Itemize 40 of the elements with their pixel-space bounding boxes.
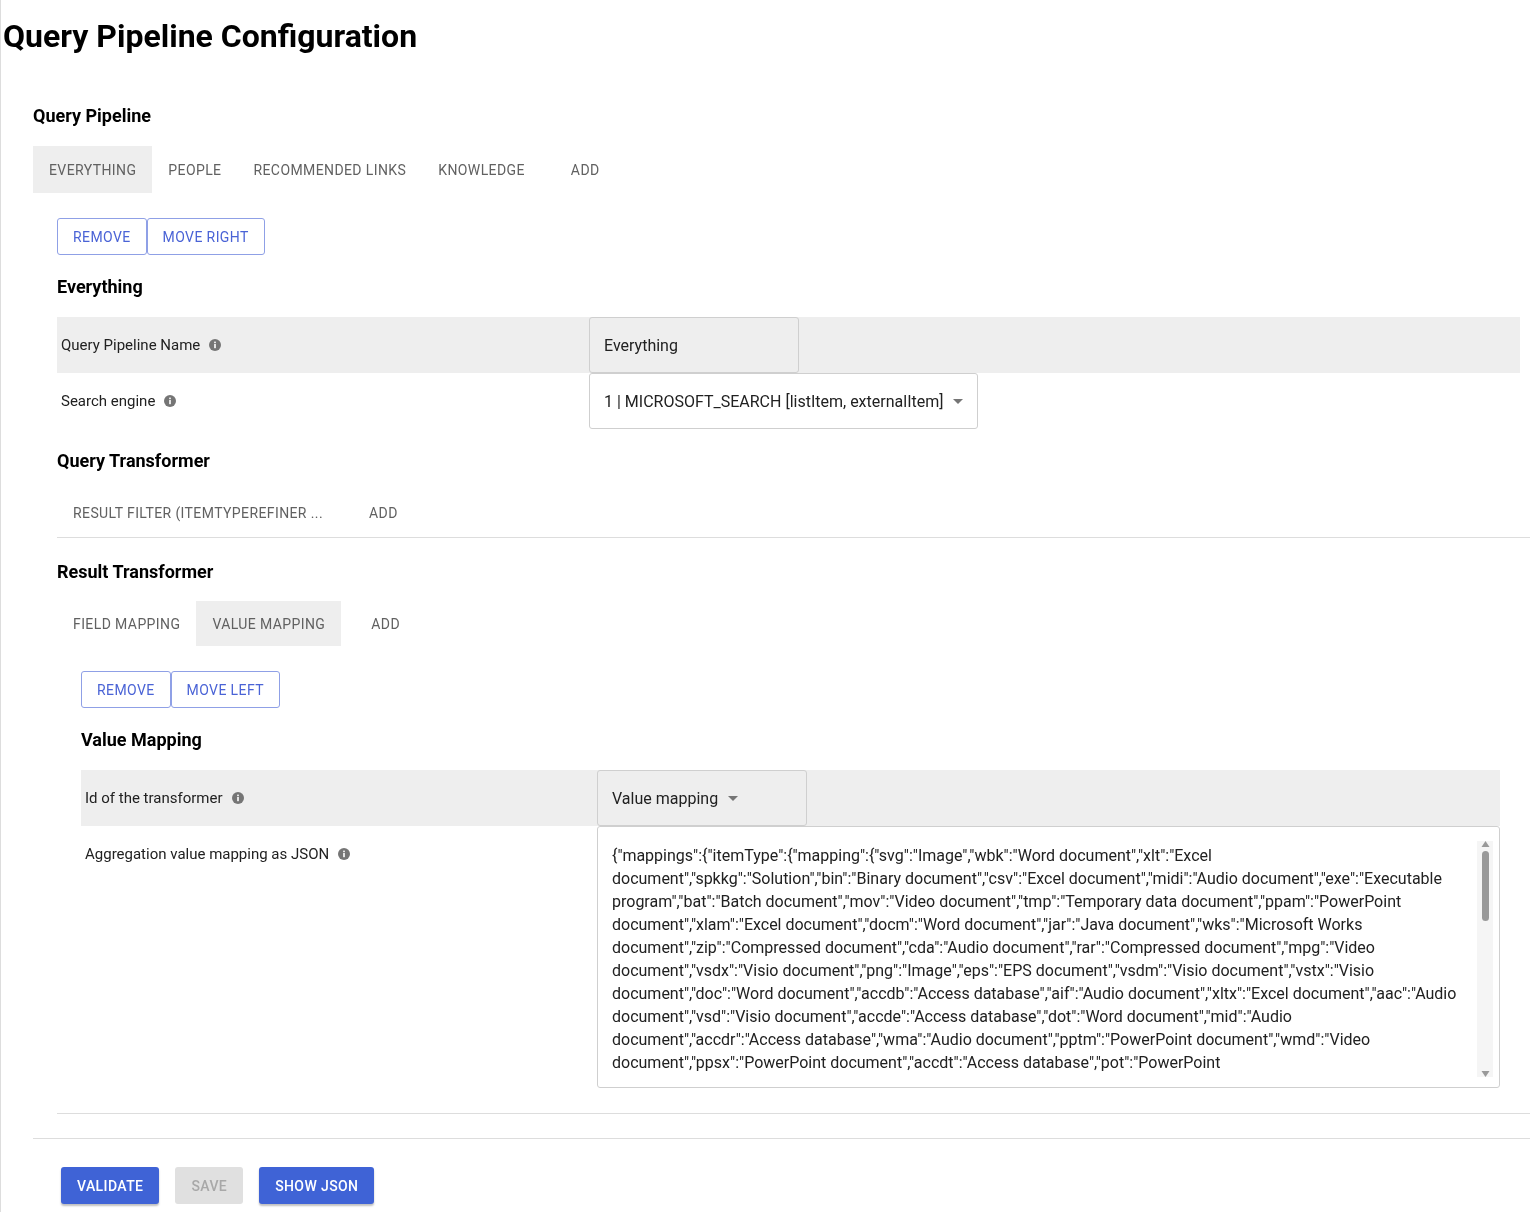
tab[interactable]: RESULT FILTER (ITEMTYPEREFINER ... [57,490,340,535]
tab[interactable]: PEOPLE [152,146,238,193]
tab[interactable]: ADD [554,146,616,193]
outlined-button[interactable]: MOVE LEFT [170,671,280,708]
outlined-button[interactable]: MOVE RIGHT [146,218,265,255]
field-label: Aggregation value mapping as JSON [85,845,330,863]
scroll-up-icon[interactable] [1480,841,1490,847]
field-label: Id of the transformer [85,789,223,807]
scroll-down-icon[interactable] [1480,1071,1490,1077]
field-label: Query Pipeline Name [61,336,201,354]
dropdown[interactable]: 1 | MICROSOFT_SEARCH [listItem, externalItem] [589,373,979,429]
outlined-button[interactable]: REMOVE [57,218,147,255]
section-heading: Result Transformer [57,560,215,584]
info-icon [338,848,351,860]
json-text-area[interactable]: {"mappings":{"itemType":{"mapping":{"svg":"Image","wbk":"Word document","xlt":"Excel document","spkkg":"Solution","bin":"Binary document","csv":"Excel document","midi":"Audio document","exe":"Executable program","bat":"Batch document","mov":"Video document","tmp":"Temporary data document","ppam":"PowerPoint document","xlam":"Excel document","docm":"Word document","jar":"Java document","wks":"Microsoft Works document","zip":"Compressed document","cda":"Audio document","rar":"Compressed document","mpg":"Video document","vsdx":"Visio document","png":"Image","eps":"EPS document","vsdm":"Visio document","vstx":"Visio document","doc":"Word document","accdb":"Access database","aif":"Audio document","xltx":"Excel document","aac":"Audio document","vsd":"Visio document","accde":"Access database","dot":"Word document","mid":"Audio document","accdr":"Access database","wma":"Audio document","pptm":"PowerPoint document","wmd":"Video document","ppsx":"PowerPoint document","accdt":"Access database","pot":"PowerPoint [597,826,1500,1088]
outlined-button[interactable]: REMOVE [81,671,171,708]
tab[interactable]: FIELD MAPPING [57,601,197,646]
page-title: Query Pipeline Configuration [2,16,419,57]
caret-icon [953,398,964,404]
tab[interactable]: ADD [353,490,414,535]
dropdown[interactable]: Value mapping [597,770,807,826]
tab[interactable]: RECOMMENDED LINKS [237,146,423,193]
section-heading: Query Pipeline [33,104,153,128]
info-icon [209,339,222,351]
field-label: Search engine [61,392,156,410]
tab[interactable]: VALUE MAPPING [196,601,342,646]
tab[interactable]: ADD [355,601,416,646]
section-heading: Everything [57,275,144,299]
caret-icon [728,795,739,801]
scrollbar-thumb[interactable] [1481,851,1489,921]
info-icon [231,792,244,804]
text-field[interactable]: Everything [589,317,799,373]
scrollbar[interactable] [1477,841,1493,1077]
info-icon [164,395,177,407]
action-button[interactable]: VALIDATE [61,1167,160,1204]
section-heading: Value Mapping [81,728,203,752]
section-heading: Query Transformer [57,449,211,473]
tab[interactable]: EVERYTHING [33,146,153,193]
tab[interactable]: KNOWLEDGE [422,146,541,193]
action-button[interactable]: SHOW JSON [259,1167,375,1204]
